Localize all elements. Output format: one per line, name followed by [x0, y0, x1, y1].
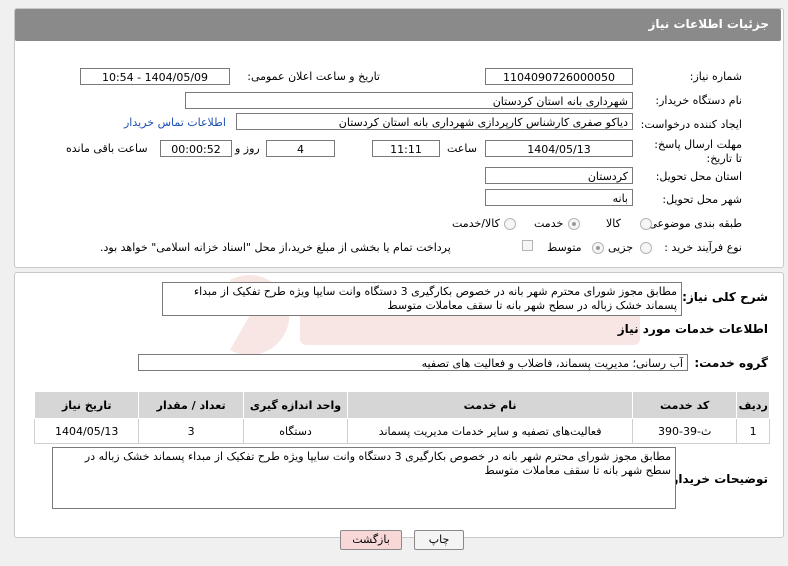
process-option-medium: متوسط — [547, 241, 582, 254]
days-label: روز و — [235, 142, 260, 155]
buyer-contact-link[interactable]: اطلاعات تماس خریدار — [124, 116, 226, 129]
remaining-label: ساعت باقی مانده — [66, 142, 148, 155]
summary-textarea[interactable]: مطابق مجوز شورای محترم شهر بانه در خصوص … — [162, 282, 682, 316]
category-radio-service[interactable] — [568, 218, 580, 230]
col-row: ردیف — [736, 391, 770, 419]
treasury-payment-checkbox[interactable] — [522, 240, 533, 251]
deadline-time-field[interactable]: 11:11 — [372, 140, 440, 157]
col-service-name: نام خدمت — [347, 391, 633, 419]
panel-header: جزئیات اطلاعات نیاز — [15, 9, 781, 41]
unit: دستگاه — [242, 418, 349, 444]
services-section-title: اطلاعات خدمات مورد نیاز — [617, 322, 768, 336]
announce-label: تاریخ و ساعت اعلان عمومی: — [247, 70, 380, 83]
process-label: نوع فرآیند خرید : — [664, 241, 742, 254]
category-radio-goods-service[interactable] — [504, 218, 516, 230]
back-button[interactable]: بازگشت — [340, 530, 402, 550]
quantity: 3 — [138, 418, 244, 444]
col-service-code: کد خدمت — [631, 391, 738, 419]
service-group-field[interactable]: آب رسانی؛ مدیریت پسماند، فاضلاب و فعالیت… — [138, 354, 688, 371]
process-radio-minor[interactable] — [640, 242, 652, 254]
service-name: فعالیت‌های تصفیه و سایر خدمات مدیریت پسم… — [347, 418, 633, 444]
process-option-minor: جزیی — [608, 241, 634, 254]
row-number: 1 — [736, 418, 770, 444]
creator-field[interactable]: دیاکو صفری کارشناس کارپردازی شهرداری بان… — [236, 113, 633, 130]
need-number-label: شماره نیاز: — [689, 70, 742, 83]
category-option-service: خدمت — [534, 217, 564, 230]
process-radio-medium[interactable] — [592, 242, 604, 254]
print-button[interactable]: چاپ — [414, 530, 464, 550]
creator-label: ایجاد کننده درخواست: — [640, 118, 742, 131]
service-group-label: گروه خدمت: — [694, 356, 768, 370]
buyer-notes-textarea[interactable]: مطابق مجوز شورای محترم شهر بانه در خصوص … — [52, 447, 676, 509]
province-label: استان محل تحویل: — [655, 170, 742, 183]
remaining-time-field[interactable]: 00:00:52 — [160, 140, 232, 157]
province-field[interactable]: کردستان — [485, 167, 633, 184]
services-table-header: ردیف کد خدمت نام خدمت واحد اندازه گیری ت… — [33, 391, 770, 419]
deadline-label: مهلت ارسال پاسخ: تا تاریخ: — [654, 138, 742, 165]
treasury-payment-note: پرداخت تمام یا بخشی از مبلغ خرید،از محل … — [100, 241, 451, 254]
table-row: 1 ث-39-390 فعالیت‌های تصفیه و سایر خدمات… — [33, 418, 770, 444]
buyer-org-label: نام دستگاه خریدار: — [655, 94, 742, 107]
announce-datetime-field[interactable]: 1404/05/09 - 10:54 — [80, 68, 230, 85]
col-need-date: تاریخ نیاز — [33, 391, 140, 419]
summary-label: شرح کلی نیاز: — [682, 290, 768, 304]
category-option-goods-service: کالا/خدمت — [452, 217, 500, 230]
category-option-goods: کالا — [606, 217, 621, 230]
services-table: ردیف کد خدمت نام خدمت واحد اندازه گیری ت… — [33, 391, 770, 444]
need-date: 1404/05/13 — [33, 418, 140, 444]
city-label: شهر محل تحویل: — [662, 193, 742, 206]
buyer-org-field[interactable]: شهرداری بانه استان کردستان — [185, 92, 633, 109]
city-field[interactable]: بانه — [485, 189, 633, 206]
col-unit: واحد اندازه گیری — [242, 391, 349, 419]
col-quantity: تعداد / مقدار — [138, 391, 244, 419]
days-remaining-field[interactable]: 4 — [266, 140, 335, 157]
service-code: ث-39-390 — [631, 418, 738, 444]
page-title: جزئیات اطلاعات نیاز — [648, 17, 769, 31]
category-radio-goods[interactable] — [640, 218, 652, 230]
category-label: طبقه بندی موضوعی: — [644, 217, 742, 230]
deadline-time-label: ساعت — [447, 142, 477, 155]
need-number-field[interactable]: 1104090726000050 — [485, 68, 633, 85]
deadline-date-field[interactable]: 1404/05/13 — [485, 140, 633, 157]
buyer-notes-label: توضیحات خریدار: — [666, 472, 768, 486]
